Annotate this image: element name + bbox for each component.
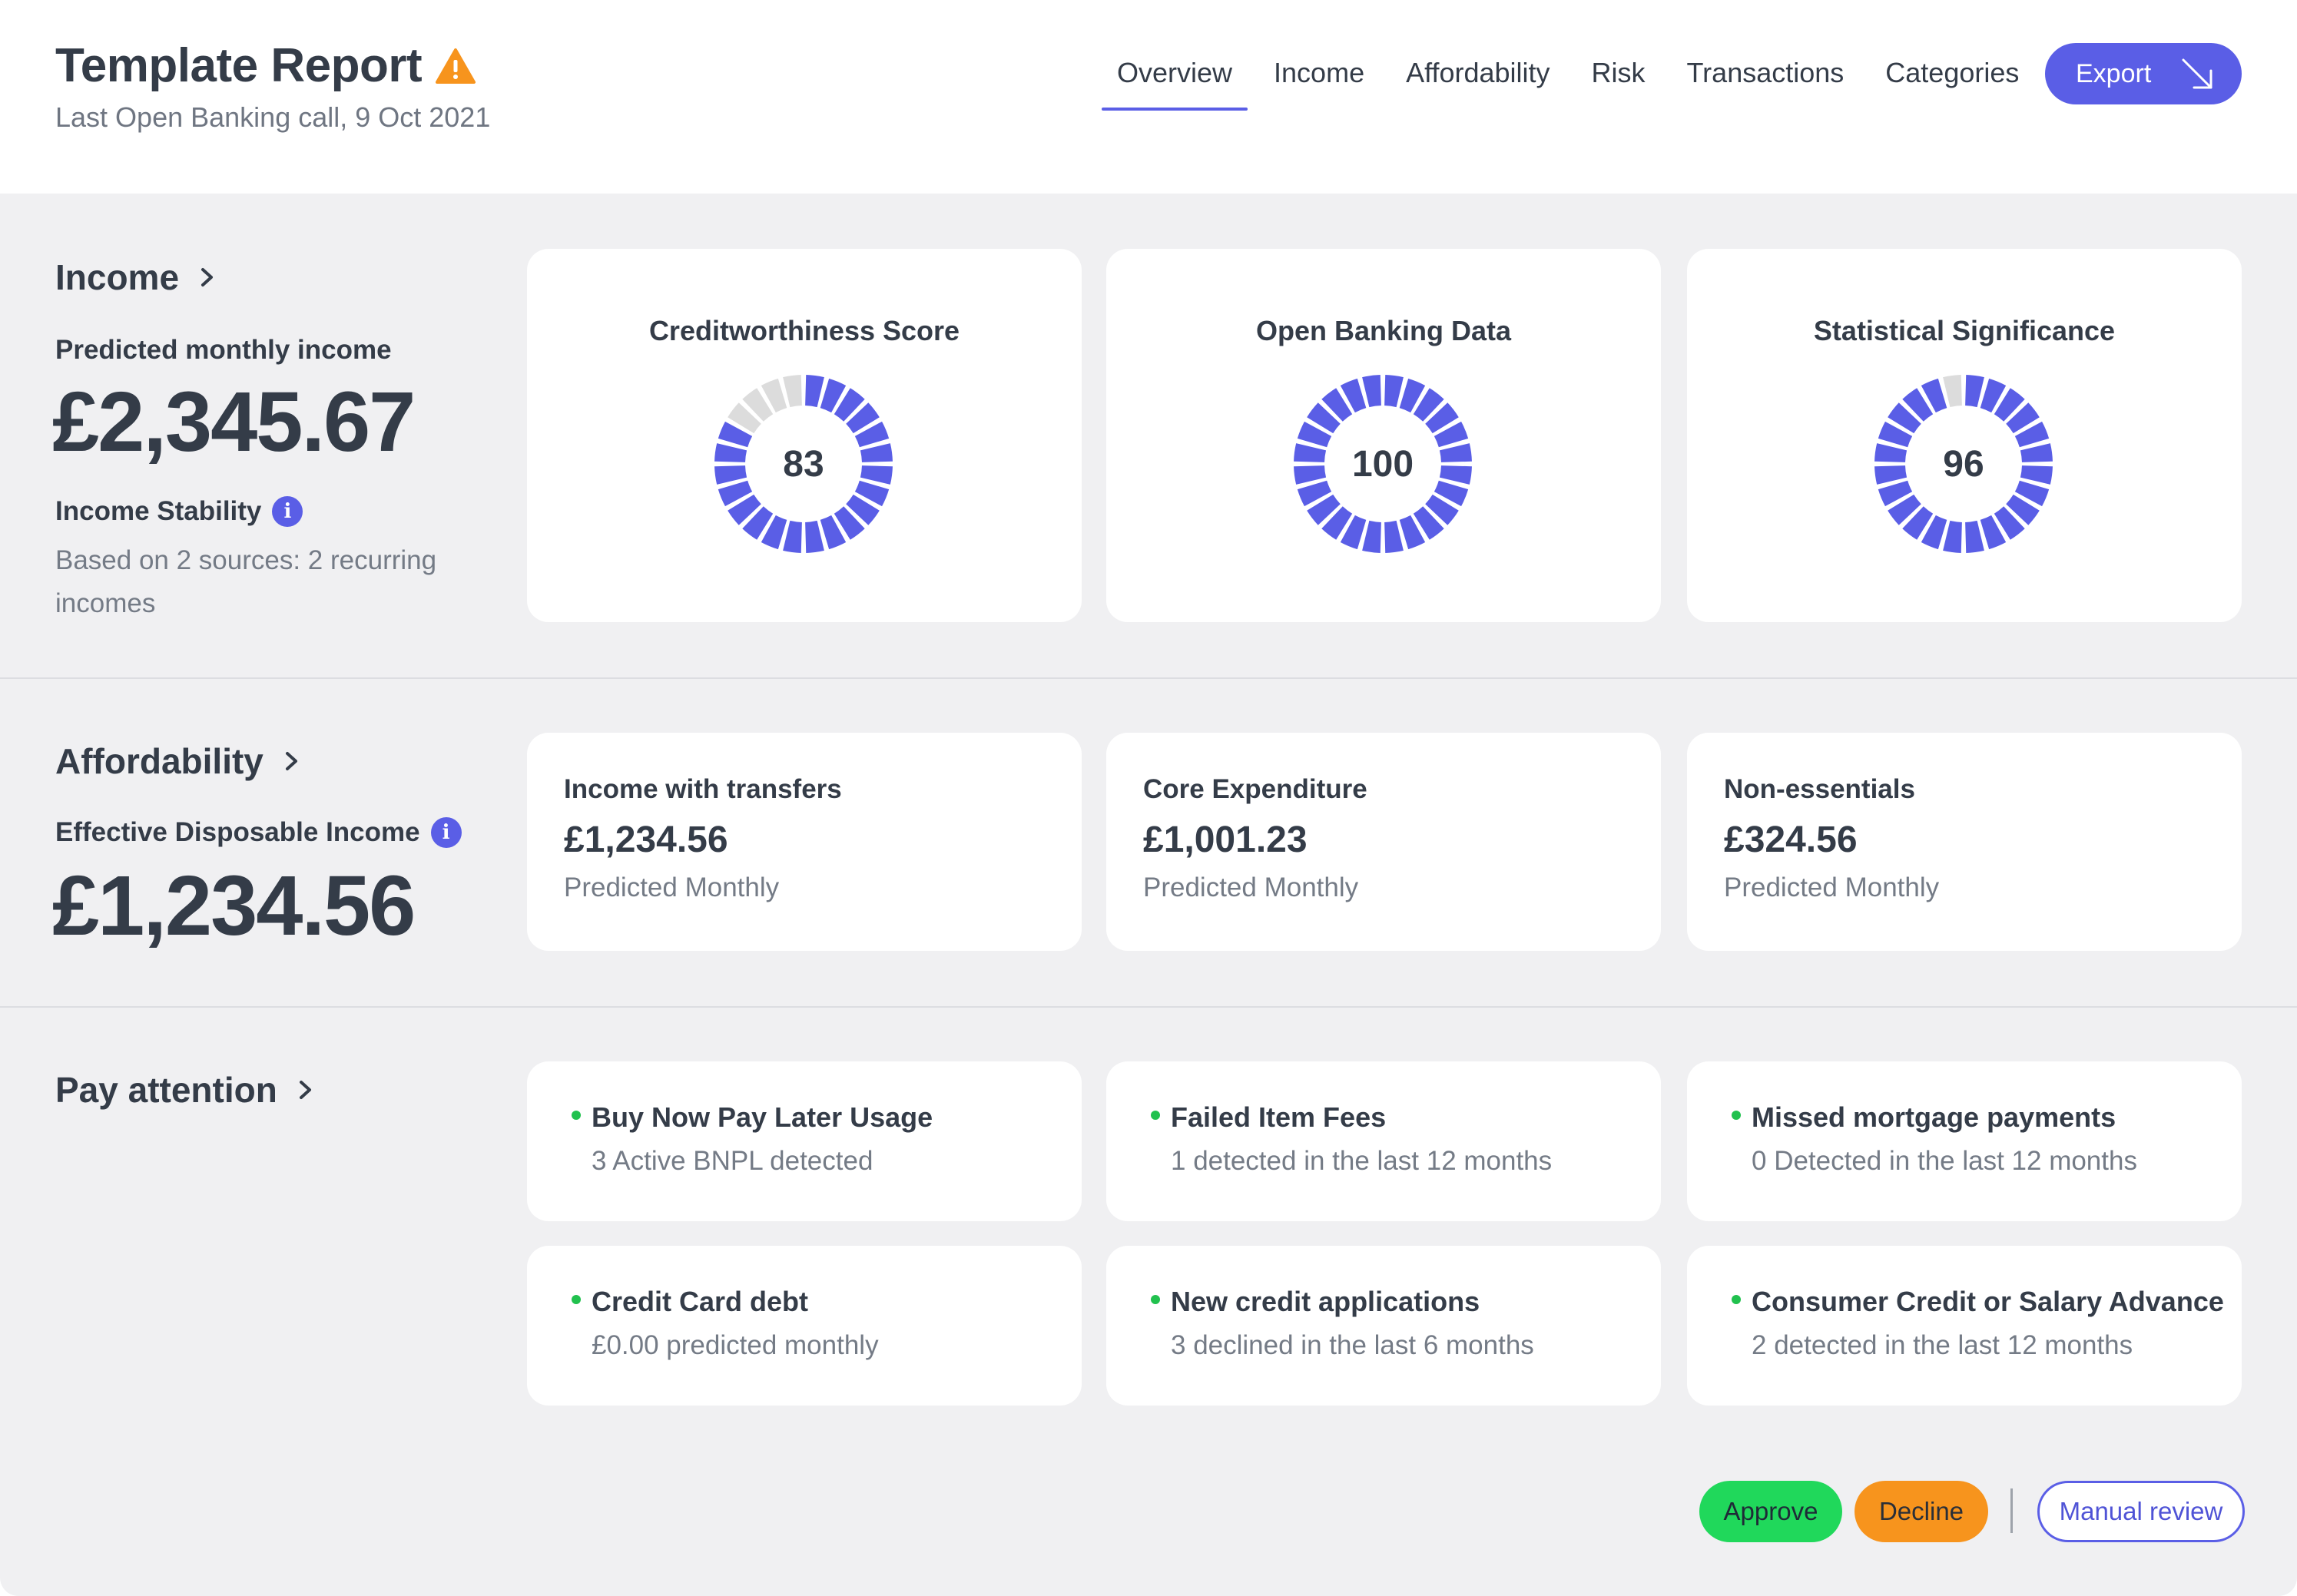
tab-affordability[interactable]: Affordability <box>1390 54 1565 111</box>
edi-label: Effective Disposable Income <box>55 817 420 847</box>
section-divider <box>0 1006 2297 1008</box>
pay-attention-section-title: Pay attention <box>55 1070 277 1110</box>
action-divider <box>2010 1488 2013 1533</box>
card-title: Non-essentials <box>1724 774 1915 804</box>
income-stability-label: Income Stability <box>55 496 262 526</box>
card-subtitle: Predicted Monthly <box>1724 873 1940 902</box>
card-subtitle: Predicted Monthly <box>1143 873 1359 902</box>
title-row: Template Report <box>55 38 476 93</box>
creditworthiness-card: Creditworthiness Score 83 <box>527 249 1082 622</box>
predicted-income-label: Predicted monthly income <box>55 335 392 365</box>
status-dot <box>1151 1111 1160 1120</box>
export-label: Export <box>2076 58 2152 88</box>
creditworthiness-gauge: 83 <box>711 372 896 556</box>
stability-desc-line-1: Based on 2 sources: 2 recurring <box>55 545 437 575</box>
edi-row: Effective Disposable Income i <box>55 817 462 848</box>
attention-card: Missed mortgage payments 0 Detected in t… <box>1687 1061 2242 1221</box>
affordability-card: Income with transfers £1,234.56 Predicte… <box>527 733 1082 951</box>
income-section-link[interactable]: Income <box>55 257 216 298</box>
status-dot <box>572 1111 581 1120</box>
statistical-significance-gauge: 96 <box>1871 372 2056 556</box>
statistical-significance-card: Statistical Significance 96 <box>1687 249 2242 622</box>
attention-detail: 1 detected in the last 12 months <box>1171 1146 1553 1176</box>
edi-value: £1,234.56 <box>52 859 416 953</box>
predicted-income-value: £2,345.67 <box>52 375 416 469</box>
attention-detail: 2 detected in the last 12 months <box>1752 1330 2133 1360</box>
attention-title: Missed mortgage payments <box>1752 1101 2116 1133</box>
attention-title: New credit applications <box>1171 1286 1480 1317</box>
tab-overview[interactable]: Overview <box>1102 54 1248 111</box>
open-banking-card: Open Banking Data 100 <box>1106 249 1661 622</box>
attention-card: New credit applications 3 declined in th… <box>1106 1246 1661 1406</box>
report-header: Template Report Last Open Banking call, … <box>0 0 2297 194</box>
attention-title: Credit Card debt <box>592 1286 809 1317</box>
gauge-value: 100 <box>1351 443 1414 485</box>
stability-desc-line-2: incomes <box>55 588 156 618</box>
chevron-right-icon <box>285 752 297 770</box>
attention-card: Credit Card debt £0.00 predicted monthly <box>527 1246 1082 1406</box>
attention-title: Consumer Credit or Salary Advance <box>1752 1286 2224 1317</box>
status-dot <box>1151 1295 1160 1304</box>
card-subtitle: Predicted Monthly <box>564 873 780 902</box>
attention-detail: 0 Detected in the last 12 months <box>1752 1146 2137 1176</box>
open-banking-gauge: 100 <box>1291 372 1475 556</box>
warning-triangle-icon[interactable] <box>436 48 476 84</box>
card-title: Core Expenditure <box>1143 774 1367 804</box>
affordability-card: Core Expenditure £1,001.23 Predicted Mon… <box>1106 733 1661 951</box>
attention-detail: 3 Active BNPL detected <box>592 1146 873 1176</box>
section-divider <box>0 677 2297 679</box>
attention-card: Failed Item Fees 1 detected in the last … <box>1106 1061 1661 1221</box>
manual-review-button[interactable]: Manual review <box>2037 1481 2245 1542</box>
attention-title: Failed Item Fees <box>1171 1101 1387 1133</box>
info-icon[interactable]: i <box>272 496 303 527</box>
attention-card: Buy Now Pay Later Usage 3 Active BNPL de… <box>527 1061 1082 1221</box>
last-call-subtitle: Last Open Banking call, 9 Oct 2021 <box>55 101 491 133</box>
page-title: Template Report <box>55 39 423 92</box>
tab-risk[interactable]: Risk <box>1576 54 1661 111</box>
approve-button[interactable]: Approve <box>1699 1481 1842 1542</box>
arrow-down-right-icon <box>2180 57 2216 92</box>
gauge-title: Statistical Significance <box>1813 315 2116 346</box>
pay-attention-section-link[interactable]: Pay attention <box>55 1069 314 1111</box>
income-section-title: Income <box>55 257 180 297</box>
chevron-right-icon <box>201 268 214 286</box>
tab-categories[interactable]: Categories <box>1870 54 2034 111</box>
attention-card: Consumer Credit or Salary Advance 2 dete… <box>1687 1246 2242 1406</box>
card-value: £324.56 <box>1724 820 1858 860</box>
chevron-right-icon <box>299 1081 311 1099</box>
gauge-value: 96 <box>1943 443 1984 485</box>
card-value: £1,234.56 <box>564 820 728 860</box>
tab-income[interactable]: Income <box>1258 54 1380 111</box>
gauge-title: Creditworthiness Score <box>648 315 960 346</box>
tab-nav: Overview Income Affordability Risk Trans… <box>1102 54 2045 111</box>
income-stability-description: Based on 2 sources: 2 recurring incomes <box>55 539 436 625</box>
attention-detail: £0.00 predicted monthly <box>592 1330 879 1360</box>
attention-detail: 3 declined in the last 6 months <box>1171 1330 1534 1360</box>
affordability-card: Non-essentials £324.56 Predicted Monthly <box>1687 733 2242 951</box>
affordability-section-link[interactable]: Affordability <box>55 740 300 782</box>
status-dot <box>1732 1111 1741 1120</box>
decline-button[interactable]: Decline <box>1855 1481 1988 1542</box>
affordability-section-title: Affordability <box>55 741 264 781</box>
income-stability-row: Income Stability i <box>55 496 303 527</box>
export-button[interactable]: Export <box>2045 43 2242 104</box>
card-value: £1,001.23 <box>1143 820 1308 860</box>
status-dot <box>572 1295 581 1304</box>
status-dot <box>1732 1295 1741 1304</box>
gauge-value: 83 <box>783 443 824 485</box>
info-icon[interactable]: i <box>430 817 462 848</box>
gauge-title: Open Banking Data <box>1255 315 1512 346</box>
attention-title: Buy Now Pay Later Usage <box>592 1101 933 1133</box>
card-title: Income with transfers <box>564 774 842 804</box>
tab-transactions[interactable]: Transactions <box>1672 54 1860 111</box>
